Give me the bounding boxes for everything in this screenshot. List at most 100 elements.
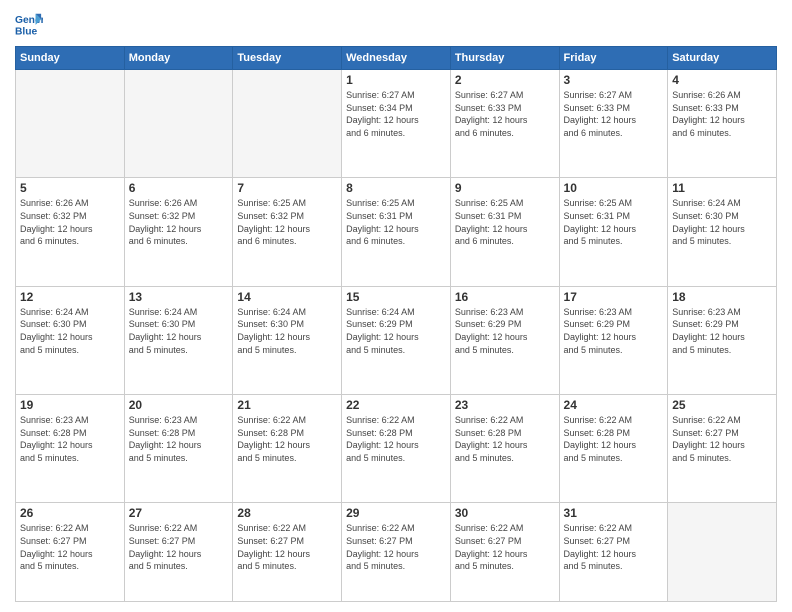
calendar-cell: 23 Sunrise: 6:22 AM Sunset: 6:28 PM Dayli…	[450, 395, 559, 503]
day-number: 9	[455, 181, 555, 195]
calendar-cell: 21Sunrise: 6:22 AM Sunset: 6:28 PM Dayli…	[233, 395, 342, 503]
day-info: Sunrise: 6:22 AM Sunset: 6:28 PM Dayligh…	[346, 414, 446, 464]
day-number: 17	[564, 290, 664, 304]
day-info: Sunrise: 6:27 AM Sunset: 6:33 PM Dayligh…	[564, 89, 664, 139]
day-number: 3	[564, 73, 664, 87]
calendar-week-1: 5 Sunrise: 6:26 AM Sunset: 6:32 PM Daylig…	[16, 178, 777, 286]
header: General Blue	[15, 10, 777, 38]
day-number: 7	[237, 181, 337, 195]
day-number: 16	[455, 290, 555, 304]
calendar-cell: 3 Sunrise: 6:27 AM Sunset: 6:33 PM Daylig…	[559, 70, 668, 178]
calendar-cell: 22 Sunrise: 6:22 AM Sunset: 6:28 PM Dayli…	[342, 395, 451, 503]
day-number: 10	[564, 181, 664, 195]
day-info: Sunrise: 6:22 AM Sunset: 6:28 PM Dayligh…	[564, 414, 664, 464]
day-number: 5	[20, 181, 120, 195]
day-info: Sunrise: 6:22 AM Sunset: 6:27 PM Dayligh…	[129, 522, 229, 572]
calendar-cell: 19 Sunrise: 6:23 AM Sunset: 6:28 PM Dayli…	[16, 395, 125, 503]
calendar-cell: 4 Sunrise: 6:26 AM Sunset: 6:33 PM Daylig…	[668, 70, 777, 178]
weekday-header-thursday: Thursday	[450, 47, 559, 70]
calendar-cell: 16Sunrise: 6:23 AM Sunset: 6:29 PM Dayli…	[450, 286, 559, 394]
calendar-cell: 31Sunrise: 6:22 AM Sunset: 6:27 PM Dayli…	[559, 503, 668, 602]
weekday-header-monday: Monday	[124, 47, 233, 70]
svg-text:Blue: Blue	[15, 26, 38, 37]
day-number: 6	[129, 181, 229, 195]
weekday-header-saturday: Saturday	[668, 47, 777, 70]
day-number: 8	[346, 181, 446, 195]
calendar-cell	[16, 70, 125, 178]
calendar-cell: 20Sunrise: 6:23 AM Sunset: 6:28 PM Dayli…	[124, 395, 233, 503]
day-info: Sunrise: 6:23 AM Sunset: 6:28 PM Dayligh…	[20, 414, 120, 464]
day-number: 25	[672, 398, 772, 412]
day-info: Sunrise: 6:23 AM Sunset: 6:29 PM Dayligh…	[564, 306, 664, 356]
day-info: Sunrise: 6:25 AM Sunset: 6:32 PM Dayligh…	[237, 197, 337, 247]
day-info: Sunrise: 6:24 AM Sunset: 6:30 PM Dayligh…	[237, 306, 337, 356]
day-info: Sunrise: 6:24 AM Sunset: 6:30 PM Dayligh…	[129, 306, 229, 356]
weekday-header-sunday: Sunday	[16, 47, 125, 70]
calendar-cell: 29Sunrise: 6:22 AM Sunset: 6:27 PM Dayli…	[342, 503, 451, 602]
day-info: Sunrise: 6:25 AM Sunset: 6:31 PM Dayligh…	[346, 197, 446, 247]
logo: General Blue	[15, 10, 43, 38]
day-number: 18	[672, 290, 772, 304]
day-number: 1	[346, 73, 446, 87]
calendar-week-2: 12 Sunrise: 6:24 AM Sunset: 6:30 PM Dayli…	[16, 286, 777, 394]
calendar-cell: 25 Sunrise: 6:22 AM Sunset: 6:27 PM Dayli…	[668, 395, 777, 503]
calendar-cell	[233, 70, 342, 178]
day-number: 31	[564, 506, 664, 520]
day-info: Sunrise: 6:26 AM Sunset: 6:33 PM Dayligh…	[672, 89, 772, 139]
generalblue-logo-icon: General Blue	[15, 10, 43, 38]
weekday-header-tuesday: Tuesday	[233, 47, 342, 70]
day-number: 27	[129, 506, 229, 520]
day-info: Sunrise: 6:25 AM Sunset: 6:31 PM Dayligh…	[564, 197, 664, 247]
weekday-header-friday: Friday	[559, 47, 668, 70]
day-number: 22	[346, 398, 446, 412]
day-info: Sunrise: 6:22 AM Sunset: 6:27 PM Dayligh…	[455, 522, 555, 572]
calendar-cell: 8 Sunrise: 6:25 AM Sunset: 6:31 PM Daylig…	[342, 178, 451, 286]
day-info: Sunrise: 6:24 AM Sunset: 6:29 PM Dayligh…	[346, 306, 446, 356]
day-number: 14	[237, 290, 337, 304]
calendar-cell: 7 Sunrise: 6:25 AM Sunset: 6:32 PM Daylig…	[233, 178, 342, 286]
day-number: 11	[672, 181, 772, 195]
calendar-cell: 10 Sunrise: 6:25 AM Sunset: 6:31 PM Dayli…	[559, 178, 668, 286]
day-number: 15	[346, 290, 446, 304]
calendar-cell: 1 Sunrise: 6:27 AM Sunset: 6:34 PM Daylig…	[342, 70, 451, 178]
day-number: 28	[237, 506, 337, 520]
calendar-cell	[124, 70, 233, 178]
day-info: Sunrise: 6:22 AM Sunset: 6:28 PM Dayligh…	[455, 414, 555, 464]
calendar-cell: 5 Sunrise: 6:26 AM Sunset: 6:32 PM Daylig…	[16, 178, 125, 286]
calendar-cell: 14 Sunrise: 6:24 AM Sunset: 6:30 PM Dayli…	[233, 286, 342, 394]
calendar-cell: 15 Sunrise: 6:24 AM Sunset: 6:29 PM Dayli…	[342, 286, 451, 394]
calendar-week-0: 1 Sunrise: 6:27 AM Sunset: 6:34 PM Daylig…	[16, 70, 777, 178]
day-info: Sunrise: 6:26 AM Sunset: 6:32 PM Dayligh…	[129, 197, 229, 247]
calendar-cell: 26 Sunrise: 6:22 AM Sunset: 6:27 PM Dayli…	[16, 503, 125, 602]
day-number: 20	[129, 398, 229, 412]
calendar-cell: 28Sunrise: 6:22 AM Sunset: 6:27 PM Dayli…	[233, 503, 342, 602]
day-info: Sunrise: 6:27 AM Sunset: 6:34 PM Dayligh…	[346, 89, 446, 139]
calendar-cell: 18 Sunrise: 6:23 AM Sunset: 6:29 PM Dayli…	[668, 286, 777, 394]
day-info: Sunrise: 6:22 AM Sunset: 6:27 PM Dayligh…	[20, 522, 120, 572]
day-number: 2	[455, 73, 555, 87]
calendar-cell	[668, 503, 777, 602]
day-number: 21	[237, 398, 337, 412]
day-info: Sunrise: 6:26 AM Sunset: 6:32 PM Dayligh…	[20, 197, 120, 247]
day-info: Sunrise: 6:22 AM Sunset: 6:27 PM Dayligh…	[672, 414, 772, 464]
day-number: 26	[20, 506, 120, 520]
day-number: 19	[20, 398, 120, 412]
day-number: 4	[672, 73, 772, 87]
page: General Blue SundayMondayTuesdayWednesda…	[0, 0, 792, 612]
day-info: Sunrise: 6:22 AM Sunset: 6:27 PM Dayligh…	[346, 522, 446, 572]
calendar-cell: 30 Sunrise: 6:22 AM Sunset: 6:27 PM Dayli…	[450, 503, 559, 602]
day-info: Sunrise: 6:24 AM Sunset: 6:30 PM Dayligh…	[20, 306, 120, 356]
day-number: 12	[20, 290, 120, 304]
weekday-header-wednesday: Wednesday	[342, 47, 451, 70]
day-info: Sunrise: 6:27 AM Sunset: 6:33 PM Dayligh…	[455, 89, 555, 139]
calendar-table: SundayMondayTuesdayWednesdayThursdayFrid…	[15, 46, 777, 602]
calendar-cell: 17 Sunrise: 6:23 AM Sunset: 6:29 PM Dayli…	[559, 286, 668, 394]
calendar-cell: 6 Sunrise: 6:26 AM Sunset: 6:32 PM Daylig…	[124, 178, 233, 286]
calendar-cell: 27 Sunrise: 6:22 AM Sunset: 6:27 PM Dayli…	[124, 503, 233, 602]
calendar-cell: 11 Sunrise: 6:24 AM Sunset: 6:30 PM Dayli…	[668, 178, 777, 286]
day-info: Sunrise: 6:23 AM Sunset: 6:29 PM Dayligh…	[672, 306, 772, 356]
day-number: 30	[455, 506, 555, 520]
calendar-week-3: 19 Sunrise: 6:23 AM Sunset: 6:28 PM Dayli…	[16, 395, 777, 503]
day-number: 23	[455, 398, 555, 412]
day-info: Sunrise: 6:24 AM Sunset: 6:30 PM Dayligh…	[672, 197, 772, 247]
